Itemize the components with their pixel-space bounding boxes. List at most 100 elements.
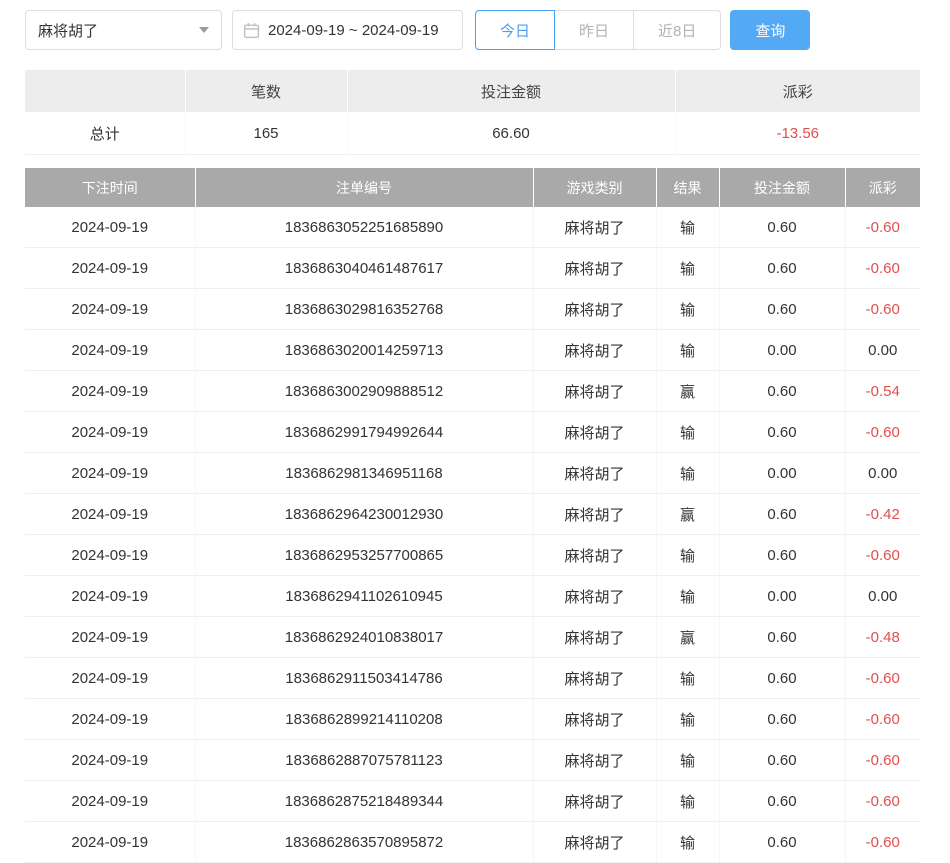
table-cell: 0.00 <box>719 330 845 371</box>
table-row: 2024-09-191836863020014259713麻将胡了输0.000.… <box>25 330 920 371</box>
table-cell: 赢 <box>656 494 719 535</box>
table-cell: 麻将胡了 <box>533 207 656 248</box>
table-row: 2024-09-191836862964230012930麻将胡了赢0.60-0… <box>25 494 920 535</box>
table-cell: 1836863040461487617 <box>195 248 533 289</box>
table-cell: 1836862953257700865 <box>195 535 533 576</box>
table-cell: 0.60 <box>719 412 845 453</box>
table-cell: 1836863029816352768 <box>195 289 533 330</box>
table-row: 2024-09-191836863002909888512麻将胡了赢0.60-0… <box>25 371 920 412</box>
table-cell: 麻将胡了 <box>533 412 656 453</box>
table-cell: 输 <box>656 412 719 453</box>
bet-table-body: 2024-09-191836863052251685890麻将胡了输0.60-0… <box>25 207 920 863</box>
table-cell: 麻将胡了 <box>533 371 656 412</box>
table-row: 2024-09-191836862899214110208麻将胡了输0.60-0… <box>25 699 920 740</box>
table-cell: -0.60 <box>845 289 920 330</box>
summary-header-row: 笔数 投注金额 派彩 <box>25 70 920 112</box>
table-cell: 麻将胡了 <box>533 576 656 617</box>
table-cell: 1836862863570895872 <box>195 822 533 863</box>
table-cell: 0.60 <box>719 699 845 740</box>
table-cell: 麻将胡了 <box>533 740 656 781</box>
header-bet-id: 注单编号 <box>195 168 533 207</box>
table-row: 2024-09-191836863040461487617麻将胡了输0.60-0… <box>25 248 920 289</box>
table-cell: 2024-09-19 <box>25 781 195 822</box>
table-cell: 1836862875218489344 <box>195 781 533 822</box>
table-cell: 1836863052251685890 <box>195 207 533 248</box>
table-cell: 0.60 <box>719 822 845 863</box>
table-cell: 2024-09-19 <box>25 576 195 617</box>
table-row: 2024-09-191836862875218489344麻将胡了输0.60-0… <box>25 781 920 822</box>
table-cell: 2024-09-19 <box>25 453 195 494</box>
table-cell: 输 <box>656 248 719 289</box>
table-cell: 0.60 <box>719 658 845 699</box>
table-cell: 输 <box>656 822 719 863</box>
table-cell: 2024-09-19 <box>25 699 195 740</box>
summary-header-empty <box>25 70 185 112</box>
table-cell: 麻将胡了 <box>533 248 656 289</box>
table-cell: 0.60 <box>719 289 845 330</box>
table-cell: 2024-09-19 <box>25 330 195 371</box>
chevron-down-icon <box>199 27 209 33</box>
table-row: 2024-09-191836862941102610945麻将胡了输0.000.… <box>25 576 920 617</box>
table-cell: -0.60 <box>845 658 920 699</box>
table-cell: 0.60 <box>719 617 845 658</box>
table-cell: 2024-09-19 <box>25 289 195 330</box>
table-cell: 1836862899214110208 <box>195 699 533 740</box>
table-cell: -0.48 <box>845 617 920 658</box>
table-row: 2024-09-191836862911503414786麻将胡了输0.60-0… <box>25 658 920 699</box>
summary-header-count: 笔数 <box>185 70 347 112</box>
table-cell: 麻将胡了 <box>533 822 656 863</box>
summary-total-count: 165 <box>185 112 347 155</box>
today-button[interactable]: 今日 <box>475 10 555 50</box>
header-bet-time: 下注时间 <box>25 168 195 207</box>
table-cell: -0.60 <box>845 699 920 740</box>
game-select-value: 麻将胡了 <box>38 20 98 41</box>
table-cell: 0.00 <box>845 576 920 617</box>
table-cell: 0.00 <box>845 453 920 494</box>
filter-toolbar: 麻将胡了 2024-09-19 ~ 2024-09-19 今日 昨日 近8日 查… <box>25 10 920 50</box>
table-cell: 1836862941102610945 <box>195 576 533 617</box>
table-cell: 麻将胡了 <box>533 699 656 740</box>
table-cell: 1836862991794992644 <box>195 412 533 453</box>
table-cell: 输 <box>656 699 719 740</box>
table-cell: -0.54 <box>845 371 920 412</box>
table-cell: 1836862924010838017 <box>195 617 533 658</box>
table-cell: 0.00 <box>845 330 920 371</box>
calendar-icon <box>243 22 260 39</box>
table-cell: 麻将胡了 <box>533 658 656 699</box>
table-row: 2024-09-191836862924010838017麻将胡了赢0.60-0… <box>25 617 920 658</box>
table-cell: 0.60 <box>719 494 845 535</box>
game-select[interactable]: 麻将胡了 <box>25 10 222 50</box>
table-cell: 赢 <box>656 371 719 412</box>
table-cell: 输 <box>656 781 719 822</box>
table-cell: 麻将胡了 <box>533 781 656 822</box>
table-cell: -0.60 <box>845 248 920 289</box>
table-cell: 1836862911503414786 <box>195 658 533 699</box>
summary-total-label: 总计 <box>25 112 185 155</box>
table-cell: 1836863020014259713 <box>195 330 533 371</box>
table-row: 2024-09-191836862991794992644麻将胡了输0.60-0… <box>25 412 920 453</box>
table-cell: 2024-09-19 <box>25 494 195 535</box>
table-cell: 0.60 <box>719 248 845 289</box>
table-cell: -0.60 <box>845 781 920 822</box>
table-cell: 0.60 <box>719 371 845 412</box>
date-range-input[interactable]: 2024-09-19 ~ 2024-09-19 <box>232 10 463 50</box>
quick-range-group: 今日 昨日 近8日 <box>475 10 721 50</box>
table-cell: 0.60 <box>719 740 845 781</box>
table-cell: 输 <box>656 207 719 248</box>
last-8-days-button[interactable]: 近8日 <box>633 10 721 50</box>
table-cell: 2024-09-19 <box>25 822 195 863</box>
summary-table: 笔数 投注金额 派彩 总计 165 66.60 -13.56 <box>25 70 920 155</box>
yesterday-button[interactable]: 昨日 <box>554 10 634 50</box>
table-cell: 赢 <box>656 617 719 658</box>
table-cell: 2024-09-19 <box>25 207 195 248</box>
table-cell: -0.60 <box>845 412 920 453</box>
table-row: 2024-09-191836862953257700865麻将胡了输0.60-0… <box>25 535 920 576</box>
table-row: 2024-09-191836863052251685890麻将胡了输0.60-0… <box>25 207 920 248</box>
table-cell: 2024-09-19 <box>25 658 195 699</box>
bet-table: 下注时间 注单编号 游戏类别 结果 投注金额 派彩 2024-09-191836… <box>25 168 920 863</box>
bet-table-header-row: 下注时间 注单编号 游戏类别 结果 投注金额 派彩 <box>25 168 920 207</box>
table-cell: 麻将胡了 <box>533 617 656 658</box>
summary-total-payout: -13.56 <box>675 112 920 155</box>
table-cell: 1836862981346951168 <box>195 453 533 494</box>
search-button[interactable]: 查询 <box>730 10 810 50</box>
